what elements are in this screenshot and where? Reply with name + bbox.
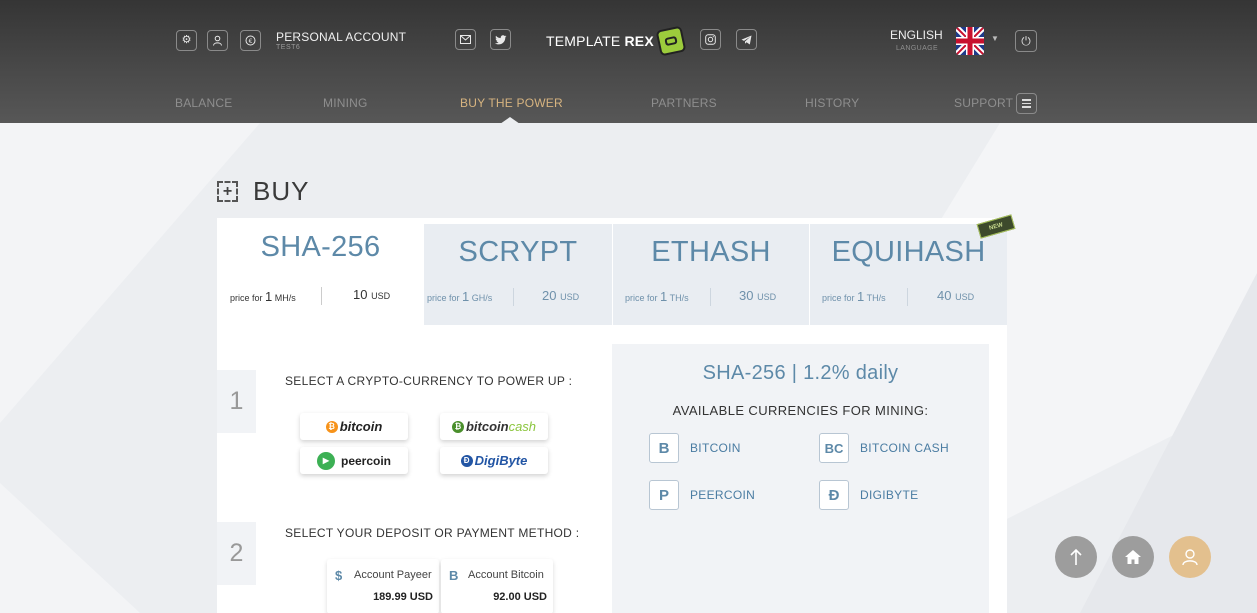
step-number-2: 2 <box>217 522 256 585</box>
currency-digibyte[interactable]: DIGIBYTE <box>860 488 918 502</box>
currency-bitcoin-cash[interactable]: BITCOIN CASH <box>860 441 949 455</box>
bitcoin-icon: B <box>649 433 679 463</box>
coin-label: bitcoin <box>465 419 509 434</box>
account-title: PERSONAL ACCOUNT <box>276 30 407 44</box>
tab-name: ETHASH <box>651 236 771 268</box>
user-icon <box>1182 549 1198 566</box>
buy-plus-icon: + <box>217 181 238 202</box>
language-label: LANGUAGE <box>896 45 939 52</box>
home-icon <box>1125 550 1141 564</box>
tab-divider <box>710 288 711 306</box>
tab-ethash[interactable]: ETHASH price for 1 TH/s 30 USD <box>613 224 809 325</box>
step-number-1: 1 <box>217 370 256 433</box>
nav-buy-the-power[interactable]: BUY THE POWER <box>460 96 563 110</box>
nav-mining[interactable]: MINING <box>323 96 368 110</box>
nav-history[interactable]: HISTORY <box>805 96 859 110</box>
peercoin-icon: P <box>649 480 679 510</box>
gear-icon[interactable]: ⚙ <box>176 30 197 51</box>
tab-divider <box>513 288 514 306</box>
mail-icon[interactable] <box>455 29 476 50</box>
logo-badge-icon <box>655 25 687 57</box>
coin-peercoin-button[interactable]: ▶ peercoin <box>300 447 408 474</box>
digibyte-icon: Ð <box>460 454 473 467</box>
user-icon[interactable] <box>207 30 228 51</box>
bitcoin-cash-icon: BC <box>819 433 849 463</box>
account-username: TEST6 <box>276 44 301 51</box>
panel-subtitle: AVAILABLE CURRENCIES FOR MINING: <box>672 403 929 418</box>
coin-label: bitcoin <box>339 419 383 434</box>
currency-peercoin[interactable]: PEERCOIN <box>690 488 755 502</box>
peercoin-icon: ▶ <box>316 451 335 470</box>
tab-price-label: price for 1 TH/s <box>625 289 689 304</box>
page-title: BUY <box>253 176 310 206</box>
tab-price-label: price for 1 GH/s <box>427 289 493 304</box>
scroll-top-button[interactable] <box>1055 536 1097 578</box>
nav-support[interactable]: SUPPORT <box>954 96 1013 110</box>
profile-button[interactable] <box>1169 536 1211 578</box>
chevron-down-icon[interactable]: ▼ <box>991 34 999 43</box>
coin-bitcoincash-button[interactable]: ₿ bitcoin cash <box>440 413 548 440</box>
telegram-icon[interactable] <box>736 29 757 50</box>
tab-price-label: price for 1 TH/s <box>822 289 886 304</box>
tab-scrypt[interactable]: SCRYPT price for 1 GH/s 20 USD <box>424 224 612 325</box>
panel-title: SHA-256 | 1.2% daily <box>702 362 899 384</box>
coin-label-suffix: cash <box>508 419 537 434</box>
payment-balance: 189.99 USD <box>373 591 433 603</box>
coin-label-suffix: Byte <box>499 453 528 468</box>
tab-price-value: 30 USD <box>739 288 777 303</box>
logo-text: TEMPLATE <box>546 33 621 49</box>
payment-payeer-card[interactable]: $ Account Payeer 189.99 USD <box>327 559 439 613</box>
step2-label: SELECT YOUR DEPOSIT OR PAYMENT METHOD : <box>285 526 580 540</box>
site-logo[interactable]: TEMPLATE REX <box>546 25 687 57</box>
nav-balance[interactable]: BALANCE <box>175 96 232 110</box>
top-header: ⚙ € PERSONAL ACCOUNT TEST6 TEMPLATE REX … <box>0 0 1257 124</box>
coin-digibyte-button[interactable]: Ð Digi Byte <box>440 447 548 474</box>
payment-balance: 92.00 USD <box>493 591 547 603</box>
tab-name: SCRYPT <box>458 236 578 268</box>
menu-icon[interactable] <box>1016 93 1037 114</box>
uk-flag-icon[interactable] <box>956 27 984 55</box>
svg-text:€: € <box>249 38 253 45</box>
tab-price-value: 10 USD <box>353 287 391 302</box>
language-name[interactable]: ENGLISH <box>890 28 943 42</box>
coin-label: Digi <box>474 453 500 468</box>
bitcoin-icon: ₿ <box>325 420 338 433</box>
tab-price-label: price for 1 MH/s <box>230 289 296 304</box>
tab-price-value: 20 USD <box>542 288 580 303</box>
logo-text-bold: REX <box>624 33 654 49</box>
tab-sha256[interactable]: SHA-256 price for 1 MH/s 10 USD <box>217 218 424 325</box>
digibyte-icon: Ð <box>819 480 849 510</box>
bitcoin-cash-icon: ₿ <box>451 420 464 433</box>
dollar-icon: $ <box>335 568 343 583</box>
twitter-icon[interactable] <box>490 29 511 50</box>
bitcoin-icon: B <box>449 568 459 583</box>
coin-bitcoin-button[interactable]: ₿ bitcoin <box>300 413 408 440</box>
currency-bitcoin[interactable]: BITCOIN <box>690 441 741 455</box>
nav-partners[interactable]: PARTNERS <box>651 96 717 110</box>
tab-divider <box>321 287 322 305</box>
payment-label: Account Payeer <box>354 569 432 581</box>
tab-name: EQUIHASH <box>831 236 986 268</box>
tab-divider <box>907 288 908 306</box>
step1-label: SELECT A CRYPTO-CURRENCY TO POWER UP : <box>285 374 573 388</box>
coin-label: peercoin <box>340 453 391 468</box>
power-icon[interactable]: ⏻ <box>1015 30 1037 52</box>
arrow-up-icon <box>1070 548 1082 565</box>
instagram-icon[interactable] <box>700 29 721 50</box>
tab-equihash[interactable]: EQUIHASH price for 1 TH/s 40 USD <box>810 224 1007 325</box>
coin-icon[interactable]: € <box>240 30 261 51</box>
tab-name: SHA-256 <box>260 231 381 263</box>
payment-bitcoin-card[interactable]: B Account Bitcoin 92.00 USD <box>441 559 553 613</box>
payment-label: Account Bitcoin <box>468 569 544 581</box>
home-button[interactable] <box>1112 536 1154 578</box>
tab-price-value: 40 USD <box>937 288 975 303</box>
